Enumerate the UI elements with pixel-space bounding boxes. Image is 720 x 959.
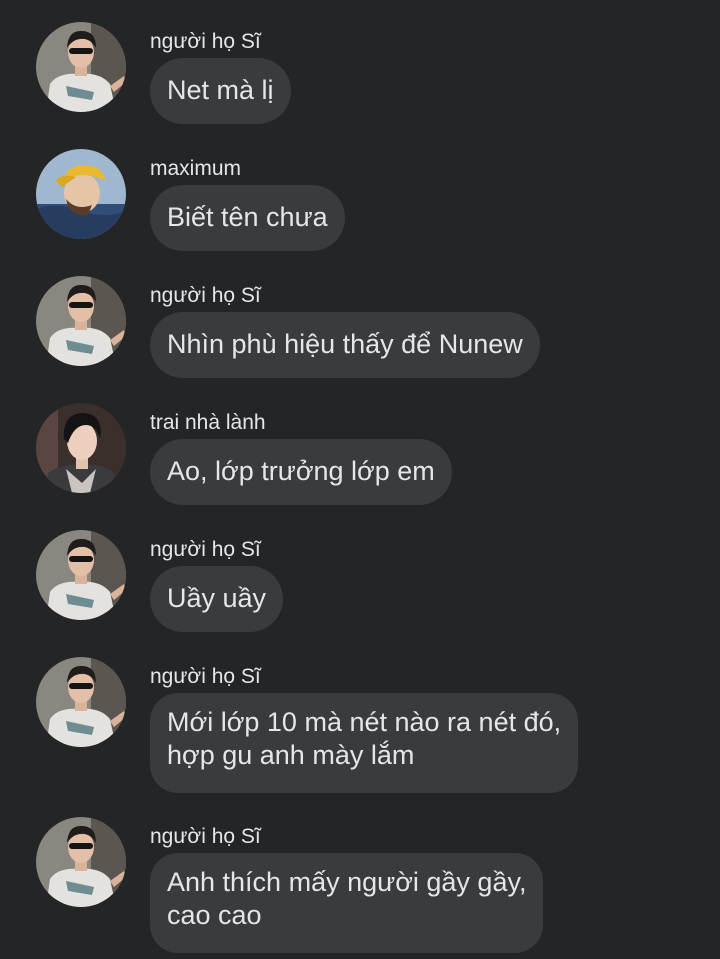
sender-name: maximum [150,157,242,180]
sender-name: người họ Sĩ [150,825,261,848]
message-bubble[interactable]: Biết tên chưa [150,185,345,251]
avatar-boy-sunglasses-icon[interactable] [36,817,126,907]
message-text: Net mà lị [167,75,274,105]
avatar-boy-sunglasses-icon[interactable] [36,530,126,620]
sender-name: người họ Sĩ [150,665,261,688]
message-text-line: cao cao [167,900,262,930]
message-bubble[interactable]: Ao, lớp trưởng lớp em [150,439,452,505]
avatar-boy-sunglasses-icon[interactable] [36,657,126,747]
message-text: Ao, lớp trưởng lớp em [167,456,435,486]
avatar-boy-dark-hair-icon[interactable] [36,403,126,493]
message-text-line: Mới lớp 10 mà nét nào ra nét đó, [167,707,562,737]
message-bubble[interactable]: Uầy uầy [150,566,284,632]
message-bubble[interactable]: Mới lớp 10 mà nét nào ra nét đó, hợp gu … [150,693,579,793]
message-bubble[interactable]: Nhìn phù hiệu thấy để Nunew [150,312,540,378]
message-text: Biết tên chưa [167,202,328,232]
avatar-boy-sunglasses-icon[interactable] [36,276,126,366]
message-text-line: Anh thích mấy người gầy gầy, [167,867,527,897]
message-bubble[interactable]: Net mà lị [150,58,291,124]
message-text: Uầy uầy [167,583,267,613]
message-bubble[interactable]: Anh thích mấy người gầy gầy, cao cao [150,853,544,953]
avatar-boy-yellow-cap-icon[interactable] [36,149,126,239]
sender-name: người họ Sĩ [150,284,261,307]
message-text: Nhìn phù hiệu thấy để Nunew [167,329,523,359]
message-text-line: hợp gu anh mày lắm [167,740,415,770]
sender-name: người họ Sĩ [150,538,261,561]
sender-name: trai nhà lành [150,411,266,434]
sender-name: người họ Sĩ [150,30,261,53]
avatar-boy-sunglasses-icon[interactable] [36,22,126,112]
